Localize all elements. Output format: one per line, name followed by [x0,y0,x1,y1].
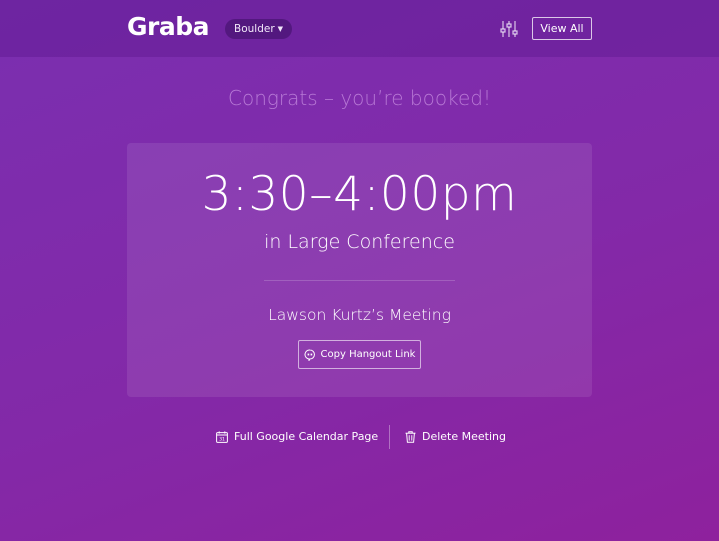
card-divider [264,280,455,281]
top-bar: Graba Boulder ▼ View All [0,0,719,57]
delete-link-label: Delete Meeting [422,430,506,443]
hangout-icon [304,348,315,361]
hangout-button-label: Copy Hangout Link [320,349,416,360]
calendar-link-label: Full Google Calendar Page [234,430,379,443]
calendar-icon-day: 31 [219,436,225,442]
location-label: Boulder [234,23,275,35]
trash-icon [405,430,416,443]
chevron-down-icon: ▼ [277,25,284,33]
booking-card: 3:30–4:00pm in Large Conference Lawson K… [127,143,592,397]
meeting-title: Lawson Kurtz’s Meeting [268,306,451,324]
confirmation-message: Congrats – you’re booked! [228,86,491,110]
bottom-divider [389,425,390,449]
view-all-button[interactable]: View All [532,17,592,40]
sliders-icon [500,21,518,37]
delete-meeting-link[interactable]: Delete Meeting [405,424,506,449]
bottom-actions: 31 Full Google Calendar Page Delete Meet… [0,424,719,449]
booking-time: 3:30–4:00pm [201,167,518,222]
calendar-icon: 31 [216,430,228,443]
app-logo[interactable]: Graba [127,12,210,41]
copy-hangout-link-button[interactable]: Copy Hangout Link [298,340,421,369]
full-calendar-link[interactable]: 31 Full Google Calendar Page [216,424,378,449]
filter-button[interactable] [499,19,519,39]
location-dropdown[interactable]: Boulder ▼ [225,19,293,39]
booking-room: in Large Conference [264,231,455,253]
